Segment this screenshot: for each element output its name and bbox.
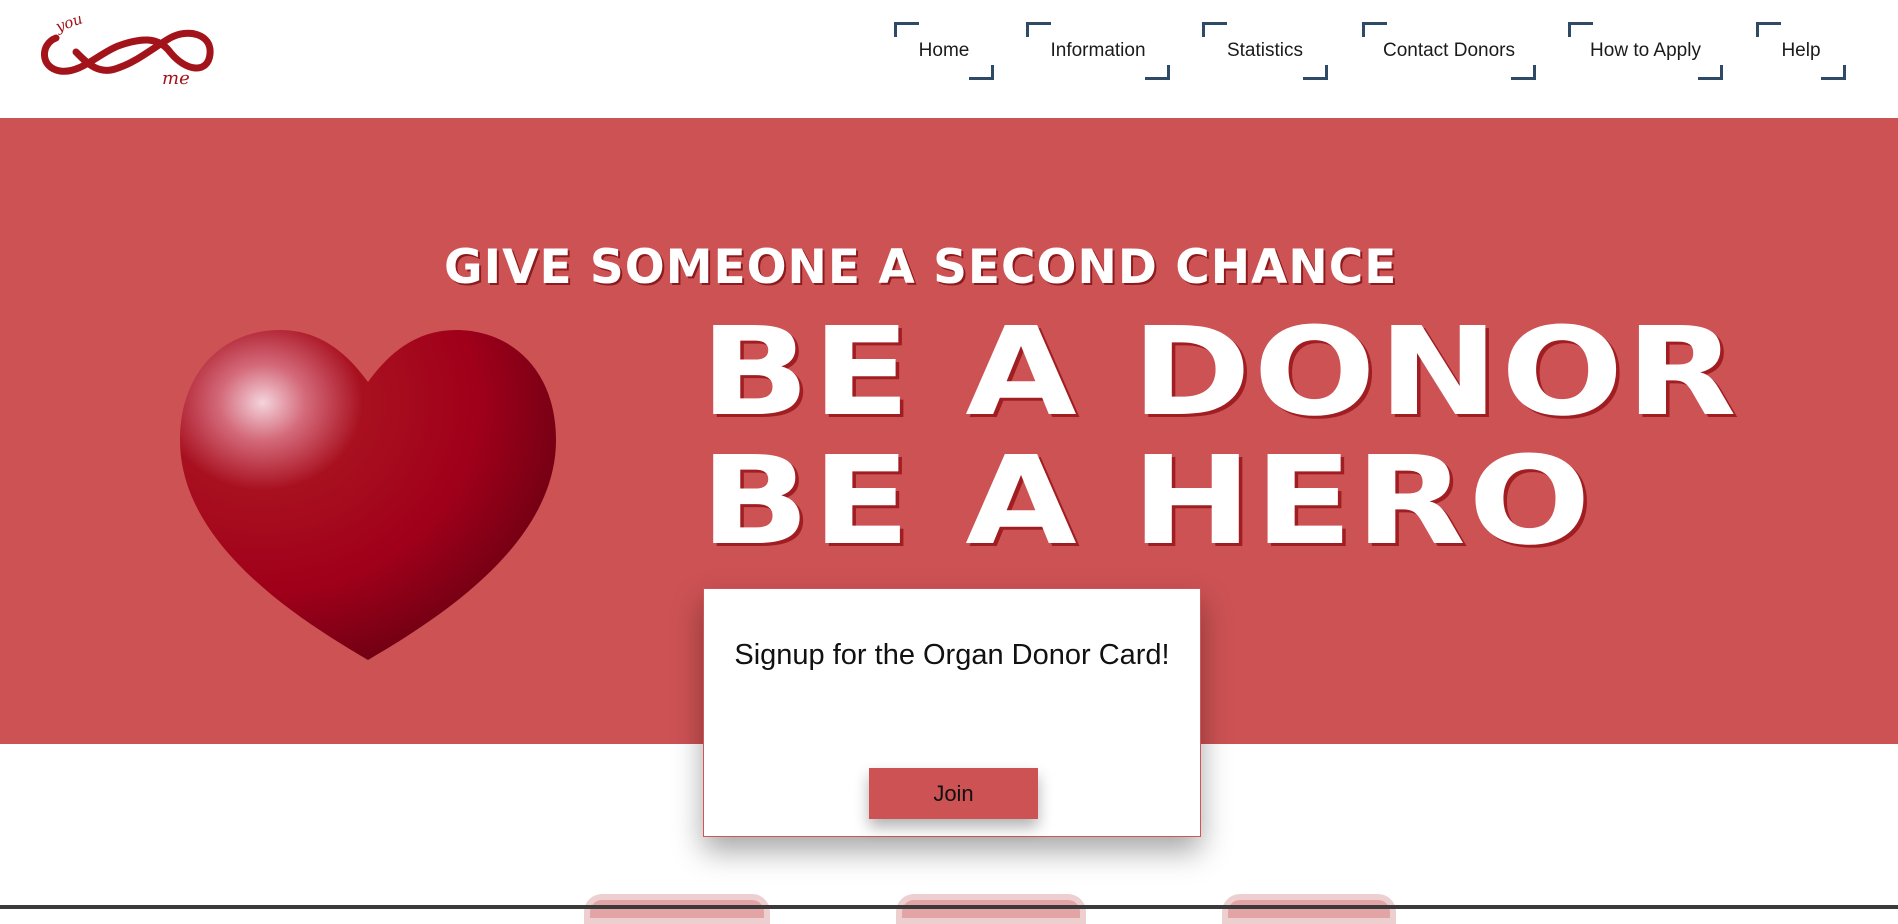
logo-icon[interactable]: you me [38,16,216,88]
nav-information[interactable]: Information [1026,22,1170,80]
nav-statistics[interactable]: Statistics [1202,22,1328,80]
bottom-tab-2[interactable] [896,894,1086,924]
bottom-divider [0,905,1898,909]
bottom-tab-1[interactable] [584,894,770,924]
nav-contact-donors[interactable]: Contact Donors [1362,22,1536,80]
heart-icon [180,330,556,660]
signup-card: Signup for the Organ Donor Card! Join [703,588,1201,837]
nav-home[interactable]: Home [894,22,994,80]
hero-headline-hero: BE A HERO [700,430,1594,572]
nav-how-to-apply-label: How to Apply [1590,40,1701,61]
svg-text:me: me [162,68,190,88]
hero-tagline: GIVE SOMEONE A SECOND CHANCE [444,240,1398,295]
nav-home-label: Home [918,40,970,61]
signup-title: Signup for the Organ Donor Card! [734,639,1170,671]
site-header: you me Home Information Statistics Conta… [0,0,1898,118]
bottom-tab-3[interactable] [1222,894,1396,924]
nav-how-to-apply[interactable]: How to Apply [1568,22,1723,80]
nav-statistics-label: Statistics [1226,40,1304,61]
nav-help[interactable]: Help [1756,22,1846,80]
join-button[interactable]: Join [869,768,1038,819]
nav-help-label: Help [1781,40,1821,61]
nav-information-label: Information [1050,40,1146,61]
svg-text:you: you [52,16,85,36]
nav-contact-donors-label: Contact Donors [1382,40,1515,61]
hero-headline-donor: BE A DONOR [700,301,1739,443]
